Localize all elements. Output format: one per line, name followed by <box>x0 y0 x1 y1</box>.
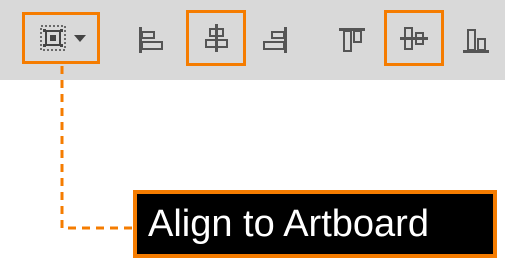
vertical-align-top-button[interactable] <box>326 14 378 66</box>
horizontal-align-left-button[interactable] <box>124 14 176 66</box>
align-to-dropdown-button[interactable] <box>22 12 100 64</box>
vertical-align-center-icon <box>397 21 431 55</box>
chevron-down-icon <box>73 33 87 43</box>
horizontal-align-center-icon <box>199 21 233 55</box>
horizontal-align-right-icon <box>259 23 293 57</box>
vertical-align-top-icon <box>335 23 369 57</box>
horizontal-align-center-button[interactable] <box>186 10 246 66</box>
callout-label-text: Align to Artboard <box>142 199 488 249</box>
vertical-align-bottom-button[interactable] <box>450 14 502 66</box>
vertical-align-bottom-icon <box>459 23 493 57</box>
vertical-align-center-button[interactable] <box>384 10 444 66</box>
horizontal-align-right-button[interactable] <box>250 14 302 66</box>
horizontal-align-left-icon <box>133 23 167 57</box>
callout-label-box: Align to Artboard <box>133 190 497 258</box>
align-toolbar <box>0 0 505 80</box>
screenshot-stage: Align to Artboard <box>0 0 505 266</box>
